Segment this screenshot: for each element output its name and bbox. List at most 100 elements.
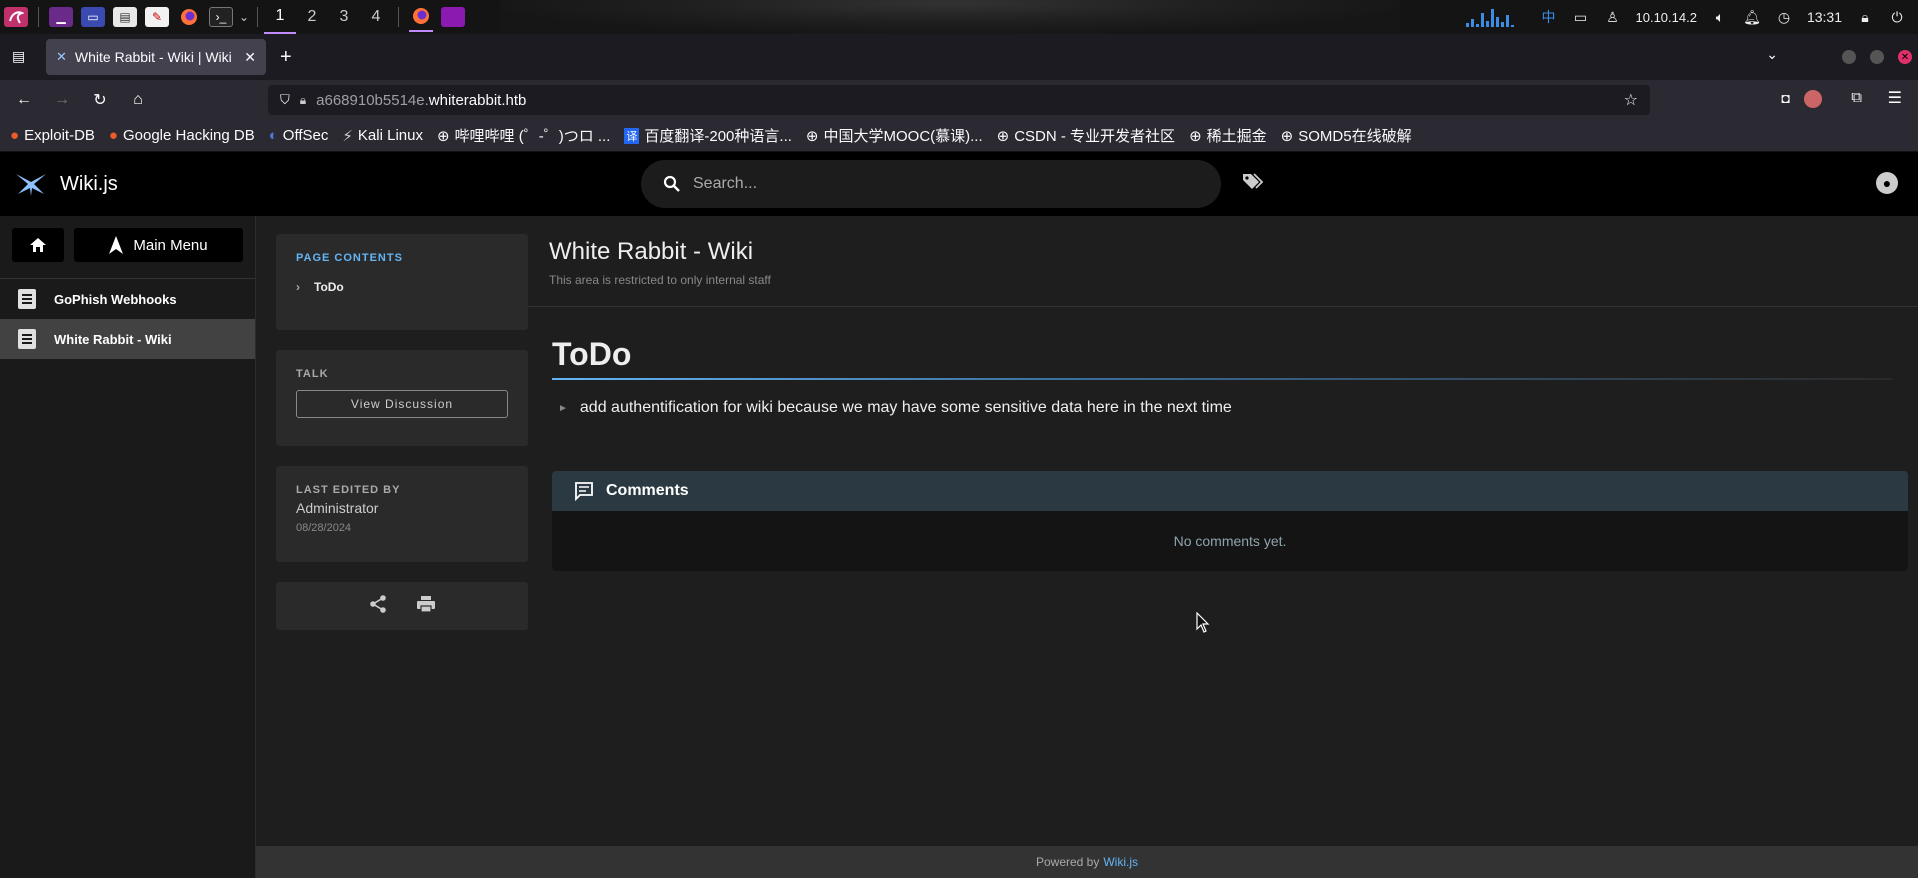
bookmark-google-hacking-db[interactable]: ● Google Hacking DB	[109, 127, 255, 144]
bookmark-baidu-translate[interactable]: 译百度翻译-200种语言...	[624, 125, 792, 146]
browser-tab-bar: ▤ ✕ White Rabbit - Wiki | Wiki ✕ + ⌄ ✕	[0, 34, 1918, 80]
display-icon[interactable]: ▭	[1572, 8, 1590, 26]
volume-icon[interactable]: 🔈︎	[1711, 8, 1729, 26]
main-menu-button[interactable]: Main Menu	[74, 228, 243, 262]
taskbar-left: ▁ ▭ ▤ ✎ ›_ ⌄ 1 2 3 4	[0, 0, 469, 34]
sidebar-item-white-rabbit-wiki[interactable]: White Rabbit - Wiki	[0, 319, 255, 359]
home-button[interactable]	[12, 228, 64, 262]
bookmark-kali-linux[interactable]: ⚡ Kali Linux	[342, 127, 423, 145]
firefox-window-icon[interactable]	[409, 2, 433, 32]
print-icon[interactable]	[416, 594, 436, 614]
offsec-icon: ◐	[268, 127, 278, 144]
navigation-arrow-icon	[109, 236, 124, 254]
workspace-4[interactable]: 4	[360, 0, 392, 34]
page-description: This area is restricted to only internal…	[549, 273, 771, 287]
last-editor-name[interactable]: Administrator	[296, 500, 508, 516]
home-icon	[30, 238, 46, 252]
last-edited-card: LAST EDITED BY Administrator 08/28/2024	[276, 466, 528, 562]
taskbar-separator	[257, 7, 258, 27]
bookmark-exploit-db[interactable]: ● Exploit-DB	[10, 127, 95, 144]
browser-tab-active[interactable]: ✕ White Rabbit - Wiki | Wiki ✕	[46, 39, 266, 75]
lock-icon[interactable]: 🔒︎	[1856, 8, 1874, 26]
file-manager-icon[interactable]: ▤	[113, 7, 137, 27]
comments-empty-state: No comments yet.	[1173, 533, 1287, 549]
workspace-3[interactable]: 3	[328, 0, 360, 34]
lock-icon[interactable]: 🔒︎	[300, 93, 306, 108]
forward-arrow-icon[interactable]: →	[48, 86, 76, 114]
url-text: a668910b5514e.whiterabbit.htb	[316, 92, 526, 109]
bookmark-juejin[interactable]: ⊕ 稀土掘金	[1189, 125, 1267, 146]
bookmark-offsec[interactable]: ◐ OffSec	[269, 127, 329, 144]
globe-icon: ⊕	[1189, 127, 1202, 145]
main-menu-label: Main Menu	[133, 236, 208, 254]
bookmarks-bar: ● Exploit-DB ● Google Hacking DB ◐ OffSec ⚡…	[0, 120, 1918, 152]
content-heading: ToDo	[552, 336, 632, 372]
shield-icon[interactable]: ⛉	[280, 92, 290, 108]
maximize-window-icon[interactable]	[1870, 50, 1884, 64]
sidebar-item-gophish-webhooks[interactable]: GoPhish Webhooks	[0, 279, 255, 319]
ime-indicator[interactable]: 中	[1540, 8, 1558, 26]
folder-window-icon[interactable]	[441, 7, 465, 27]
reload-icon[interactable]: ↻	[86, 86, 114, 114]
terminal-app-icon[interactable]: ▁	[49, 7, 73, 27]
minimize-window-icon[interactable]	[1842, 50, 1856, 64]
url-domain: whiterabbit.htb	[428, 91, 527, 109]
toc-card: PAGE CONTENTS › ToDo	[276, 234, 528, 330]
clock-time[interactable]: 13:31	[1807, 9, 1842, 25]
vpn-icon[interactable]: ♙	[1604, 8, 1622, 26]
chevron-right-icon: ›	[296, 280, 300, 294]
heading-underline	[552, 378, 1892, 380]
extension-avatar-icon[interactable]	[1804, 90, 1822, 108]
notification-bell-icon[interactable]: 🔔︎	[1743, 8, 1761, 26]
bookmark-star-icon[interactable]: ☆	[1624, 90, 1638, 110]
kali-menu-icon[interactable]	[4, 7, 28, 27]
comments-header: Comments	[552, 471, 1908, 511]
globe-icon: ⊕	[436, 127, 450, 145]
share-icon[interactable]	[368, 594, 388, 614]
url-bar[interactable]: ⛉ 🔒︎ a668910b5514e.whiterabbit.htb ☆	[268, 85, 1650, 115]
footer-wikijs-link[interactable]: Wiki.js	[1103, 855, 1138, 869]
hamburger-menu-icon[interactable]: ☰	[1888, 88, 1902, 108]
workspace-1[interactable]: 1	[264, 0, 296, 34]
close-tab-icon[interactable]: ✕	[244, 49, 256, 66]
globe-icon: ⊕	[996, 127, 1010, 145]
tags-icon[interactable]	[1242, 172, 1264, 196]
wiki-search-input[interactable]: Search...	[641, 160, 1221, 208]
kali-icon: ⚡	[342, 127, 353, 145]
wiki-brand[interactable]: Wiki.js	[60, 173, 118, 196]
taskbar-separator	[398, 7, 399, 27]
power-icon[interactable]: ⏻	[1888, 8, 1906, 26]
taskbar-separator	[38, 7, 39, 27]
bookmark-csdn[interactable]: ⊕ CSDN - 专业开发者社区	[997, 125, 1175, 146]
globe-icon: ⊕	[805, 127, 819, 145]
workspace-2[interactable]: 2	[296, 0, 328, 34]
extensions-puzzle-icon[interactable]: ⧉	[1851, 89, 1862, 106]
sidebar-item-label: GoPhish Webhooks	[54, 291, 177, 307]
mouse-cursor-icon	[1196, 612, 1210, 633]
account-icon[interactable]: ●	[1876, 172, 1898, 194]
toc-item-todo[interactable]: › ToDo	[296, 280, 508, 294]
text-editor-icon[interactable]: ✎	[145, 7, 169, 27]
taskbar-tray: 中 ▭ ♙ 10.10.14.2 🔈︎ 🔔︎ ◷ 13:31 🔒︎ ⏻	[1465, 0, 1918, 34]
list-tabs-chevron-icon[interactable]: ⌄	[1766, 46, 1778, 63]
workspace-switch-icon[interactable]: ▭	[81, 7, 105, 27]
firefox-launcher-icon[interactable]	[177, 7, 201, 27]
wikijs-logo-icon[interactable]	[14, 170, 48, 198]
home-page-icon[interactable]: ⌂	[124, 86, 152, 114]
document-icon	[18, 289, 36, 309]
chevron-down-icon[interactable]: ⌄	[239, 7, 249, 27]
tab-overview-icon[interactable]: ▤	[12, 48, 25, 65]
bookmark-somd5[interactable]: ⊕ SOMD5在线破解	[1281, 125, 1412, 146]
terminal-launcher-icon[interactable]: ›_	[209, 7, 233, 27]
close-window-icon[interactable]: ✕	[1898, 50, 1912, 64]
back-arrow-icon[interactable]: ←	[10, 86, 38, 114]
talk-caption: TALK	[296, 368, 329, 380]
bookmark-bilibili[interactable]: ⊕ 哔哩哔哩 (゜-゜)つロ ...	[437, 125, 610, 146]
new-tab-icon[interactable]: +	[280, 46, 292, 69]
bookmark-mooc[interactable]: ⊕ 中国大学MOOC(慕课)...	[806, 125, 983, 146]
bullet-arrow-icon: ►	[558, 402, 568, 414]
view-discussion-button[interactable]: View Discussion	[296, 390, 508, 418]
pocket-icon[interactable]: ◘	[1782, 90, 1790, 106]
comments-title: Comments	[606, 482, 689, 499]
page-title: White Rabbit - Wiki	[549, 238, 754, 265]
